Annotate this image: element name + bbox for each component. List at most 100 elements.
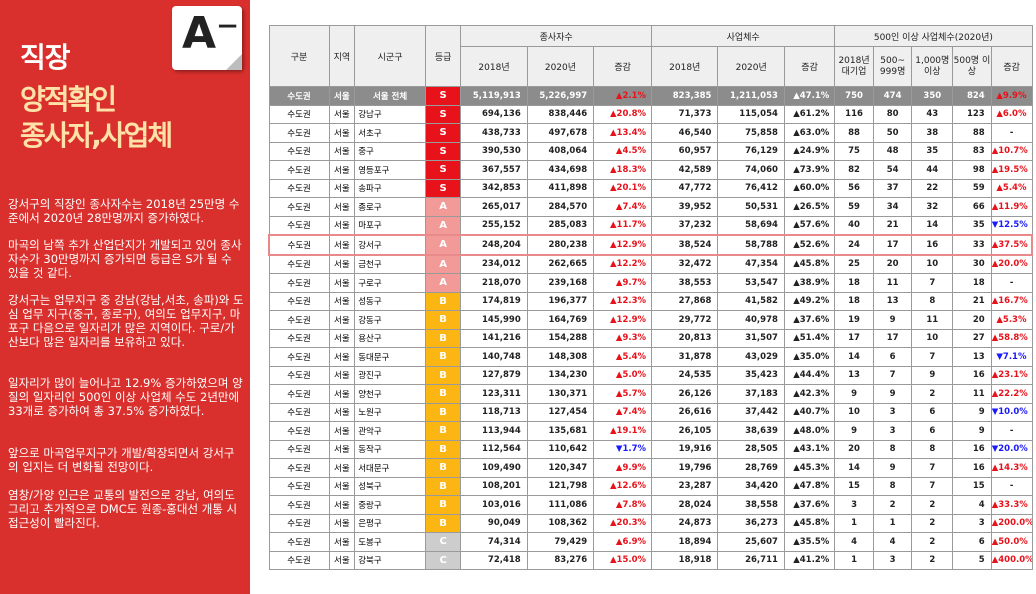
paragraph-1: 강서구의 직장인 종사자수는 2018년 25만명 수준에서 2020년 28만… bbox=[8, 197, 240, 225]
header-biz: 사업체수 bbox=[651, 25, 836, 47]
cell-biz-2018: 71,373 bbox=[651, 104, 719, 124]
cell-gu: 마포구 bbox=[354, 215, 426, 236]
cell-workers-2020: 408,064 bbox=[526, 141, 595, 161]
cell-workers-2018: 255,152 bbox=[460, 215, 528, 236]
cell-workers-2020: 127,454 bbox=[526, 402, 595, 422]
table-row: 수도권 서울 마포구 A 255,152 285,083 ▲11.7% 37,232 58,69… bbox=[268, 215, 1033, 236]
cell-gubun: 수도권 bbox=[268, 178, 330, 198]
table-row: 수도권 서울 성북구 B 108,201 121,798 ▲12.6% 23,287 34,42… bbox=[268, 476, 1033, 496]
cell-biz-2020: 75,858 bbox=[717, 123, 785, 143]
cell-workers-2018: 248,204 bbox=[460, 234, 528, 256]
cell-biz-2020: 41,582 bbox=[717, 291, 785, 311]
cell-big-1000: 10 bbox=[911, 254, 954, 274]
page-fold-icon bbox=[226, 54, 242, 70]
cell-grade: S bbox=[424, 178, 462, 198]
cell-region: 서울 bbox=[328, 160, 356, 180]
cell-biz-2020: 43,029 bbox=[717, 347, 785, 367]
cell-big-1000: 38 bbox=[911, 123, 954, 143]
cell-biz-2020: 58,788 bbox=[717, 234, 785, 256]
cell-biz-2018: 47,772 bbox=[651, 178, 719, 198]
header-big-500plus: 500명 이상 bbox=[952, 46, 992, 87]
cell-biz-2020: 74,060 bbox=[717, 160, 785, 180]
cell-workers-chg: ▲11.7% bbox=[593, 215, 653, 236]
cell-region: 서울 bbox=[328, 365, 356, 385]
cell-grade: A bbox=[424, 234, 462, 256]
cell-gu: 성동구 bbox=[354, 291, 426, 311]
table-row: 수도권 서울 금천구 A 234,012 262,665 ▲12.2% 32,472 47,35… bbox=[268, 254, 1033, 274]
header-biz-2018: 2018년 bbox=[651, 46, 719, 87]
cell-gubun: 수도권 bbox=[268, 160, 330, 180]
header-big-1000: 1,000명 이상 bbox=[911, 46, 954, 87]
cell-biz-2018: 31,878 bbox=[651, 347, 719, 367]
cell-big-1000: 8 bbox=[911, 439, 954, 459]
cell-big-chg: ▲200.0% bbox=[990, 513, 1033, 533]
cell-gu: 영등포구 bbox=[354, 160, 426, 180]
cell-gu: 강남구 bbox=[354, 104, 426, 124]
cell-big-chg: ▲37.5% bbox=[990, 234, 1033, 256]
grade-badge-text: A⁻ bbox=[182, 8, 240, 59]
cell-big-1000: 35 bbox=[911, 141, 954, 161]
cell-big-500: 2 bbox=[872, 495, 913, 515]
cell-gubun: 수도권 bbox=[268, 234, 330, 256]
paragraph-4: 일자리가 많이 늘어나고 12.9% 증가하였으며 양질의 일자리인 500인 … bbox=[8, 376, 243, 418]
cell-big-2018: 10 bbox=[834, 402, 874, 422]
cell-biz-2020: 37,442 bbox=[717, 402, 785, 422]
cell-big-2018: 750 bbox=[834, 86, 874, 106]
cell-biz-chg: ▲41.2% bbox=[783, 550, 836, 570]
cell-workers-2020: 411,898 bbox=[526, 178, 595, 198]
left-panel: A⁻ 직장 양적확인 종사자,사업체 강서구의 직장인 종사자수는 2018년 … bbox=[0, 0, 250, 594]
cell-big-500: 13 bbox=[872, 291, 913, 311]
cell-big-2018: 40 bbox=[834, 215, 874, 236]
cell-workers-chg: ▲15.0% bbox=[593, 550, 653, 570]
cell-biz-2020: 36,273 bbox=[717, 513, 785, 533]
cell-gubun: 수도권 bbox=[268, 439, 330, 459]
cell-big-chg: ▲58.8% bbox=[990, 328, 1033, 348]
cell-biz-2020: 38,639 bbox=[717, 421, 785, 441]
cell-big-500plus: 11 bbox=[952, 384, 992, 404]
header-gu: 시군구 bbox=[354, 25, 426, 87]
cell-big-2018: 19 bbox=[834, 310, 874, 330]
header-grade: 등급 bbox=[424, 25, 462, 87]
cell-biz-2018: 27,868 bbox=[651, 291, 719, 311]
cell-gubun: 수도권 bbox=[268, 384, 330, 404]
cell-biz-2018: 26,616 bbox=[651, 402, 719, 422]
cell-big-500: 9 bbox=[872, 458, 913, 478]
cell-big-2018: 9 bbox=[834, 421, 874, 441]
cell-big-chg: ▲400.0% bbox=[990, 550, 1033, 570]
cell-grade: B bbox=[424, 458, 462, 478]
table-row: 수도권 서울 구로구 A 218,070 239,168 ▲9.7% 38,553 53,547… bbox=[268, 273, 1033, 293]
cell-big-500plus: 27 bbox=[952, 328, 992, 348]
cell-biz-chg: ▲51.4% bbox=[783, 328, 836, 348]
cell-big-2018: 9 bbox=[834, 384, 874, 404]
cell-biz-2018: 38,553 bbox=[651, 273, 719, 293]
cell-big-2018: 75 bbox=[834, 141, 874, 161]
cell-workers-2020: 108,362 bbox=[526, 513, 595, 533]
cell-workers-2018: 174,819 bbox=[460, 291, 528, 311]
cell-workers-2018: 390,530 bbox=[460, 141, 528, 161]
cell-gu: 종로구 bbox=[354, 197, 426, 217]
cell-biz-chg: ▲48.0% bbox=[783, 421, 836, 441]
cell-gu: 강서구 bbox=[354, 234, 426, 256]
cell-big-chg: ▲10.7% bbox=[990, 141, 1033, 161]
cell-biz-2020: 38,558 bbox=[717, 495, 785, 515]
cell-workers-2018: 694,136 bbox=[460, 104, 528, 124]
cell-big-500: 3 bbox=[872, 550, 913, 570]
cell-big-chg: ▲19.5% bbox=[990, 160, 1033, 180]
cell-workers-2018: 342,853 bbox=[460, 178, 528, 198]
table-row: 수도권 서울 은평구 B 90,049 108,362 ▲20.3% 24,873 36,273… bbox=[268, 513, 1033, 533]
cell-big-1000: 7 bbox=[911, 273, 954, 293]
cell-biz-2018: 18,894 bbox=[651, 532, 719, 552]
cell-workers-chg: ▲5.4% bbox=[593, 347, 653, 367]
cell-grade: A bbox=[424, 215, 462, 236]
cell-biz-chg: ▲61.2% bbox=[783, 104, 836, 124]
cell-workers-2018: 367,557 bbox=[460, 160, 528, 180]
cell-big-1000: 43 bbox=[911, 104, 954, 124]
cell-big-500plus: 13 bbox=[952, 347, 992, 367]
table-row: 수도권 서울 성동구 B 174,819 196,377 ▲12.3% 27,868 41,58… bbox=[268, 291, 1033, 311]
cell-grade: B bbox=[424, 513, 462, 533]
cell-big-1000: 7 bbox=[911, 347, 954, 367]
cell-gu: 성북구 bbox=[354, 476, 426, 496]
cell-big-chg: ▲50.0% bbox=[990, 532, 1033, 552]
cell-big-2018: 1 bbox=[834, 550, 874, 570]
cell-biz-chg: ▲57.6% bbox=[783, 215, 836, 236]
